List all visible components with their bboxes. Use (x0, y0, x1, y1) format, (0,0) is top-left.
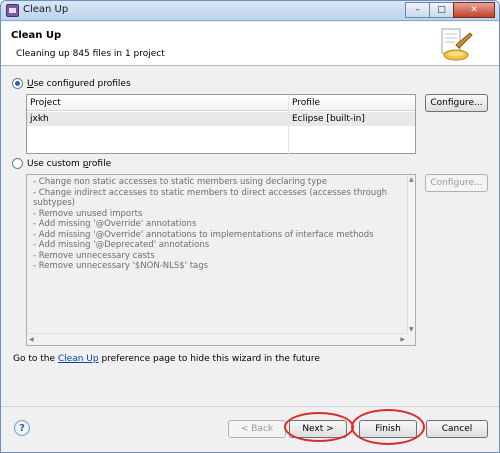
maximize-button[interactable]: □ (429, 2, 454, 18)
title-bar: Clean Up – □ ✕ (1, 1, 499, 21)
project-profile-table[interactable]: Project Profile jxkh Eclipse [built-in] (26, 94, 416, 155)
table-row[interactable]: jxkh Eclipse [built-in] (27, 112, 415, 126)
use-configured-profiles-radio[interactable]: Use configured profiles (12, 78, 131, 89)
cancel-button[interactable]: Cancel (426, 420, 488, 438)
wizard-banner: Clean Up Cleaning up 845 files in 1 proj… (1, 22, 499, 66)
vertical-scrollbar[interactable]: ▲ ▼ (407, 175, 415, 334)
next-button[interactable]: Next > (289, 420, 347, 438)
clean-up-actions: Change non static accesses to static mem… (33, 177, 415, 272)
custom-profile-actions-list: Change non static accesses to static mem… (26, 174, 416, 346)
use-custom-profile-radio[interactable]: Use custom profile (12, 158, 111, 169)
use-custom-profile-label: Use custom profile (27, 158, 112, 169)
list-item: Remove unnecessary casts (33, 251, 415, 262)
window-controls: – □ ✕ (405, 2, 495, 18)
scroll-left-arrow-icon[interactable]: ◀ (29, 336, 34, 343)
table-header: Project Profile (27, 95, 415, 155)
list-item: Remove unused imports (33, 209, 415, 220)
scroll-right-arrow-icon[interactable]: ▶ (400, 336, 405, 343)
list-item: Add missing '@Deprecated' annotations (33, 240, 415, 251)
wizard-subheading: Cleaning up 845 files in 1 project (16, 49, 165, 59)
clean-up-preference-link[interactable]: Clean Up (58, 354, 99, 364)
project-cell: jxkh (30, 114, 49, 124)
wizard-heading: Clean Up (11, 30, 62, 41)
configure-profiles-button[interactable]: Configure... (425, 94, 488, 112)
column-header-profile[interactable]: Profile (292, 98, 320, 108)
window-title: Clean Up (23, 4, 69, 15)
preference-hint: Go to the Clean Up preference page to hi… (13, 354, 320, 364)
use-configured-profiles-label: Use configured profiles (27, 78, 131, 89)
help-icon[interactable]: ? (14, 420, 30, 436)
back-button[interactable]: < Back (228, 420, 286, 438)
list-item: Add missing '@Override' annotations to i… (33, 230, 415, 241)
radio-selected-icon (12, 78, 23, 89)
column-header-project[interactable]: Project (30, 98, 61, 108)
list-item: Change non static accesses to static mem… (33, 177, 415, 188)
radio-unselected-icon (12, 158, 23, 169)
configure-custom-profile-button[interactable]: Configure... (425, 174, 488, 192)
clean-up-wizard-icon (441, 28, 473, 61)
finish-button[interactable]: Finish (359, 420, 417, 438)
list-item: Change indirect accesses to static membe… (33, 188, 415, 209)
horizontal-scrollbar[interactable]: ◀ ▶ (27, 333, 407, 345)
scroll-up-arrow-icon[interactable]: ▲ (409, 176, 414, 183)
list-item: Remove unnecessary '$NON-NLS$' tags (33, 261, 415, 272)
minimize-button[interactable]: – (405, 2, 430, 18)
button-bar-separator (1, 406, 499, 407)
close-button[interactable]: ✕ (453, 2, 495, 18)
profile-cell: Eclipse [built-in] (292, 114, 365, 124)
clean-up-dialog: Clean Up – □ ✕ Clean Up Cleaning up 845 … (0, 0, 500, 453)
scroll-down-arrow-icon[interactable]: ▼ (409, 326, 414, 333)
list-item: Add missing '@Override' annotations (33, 219, 415, 230)
eclipse-app-icon (6, 4, 19, 17)
